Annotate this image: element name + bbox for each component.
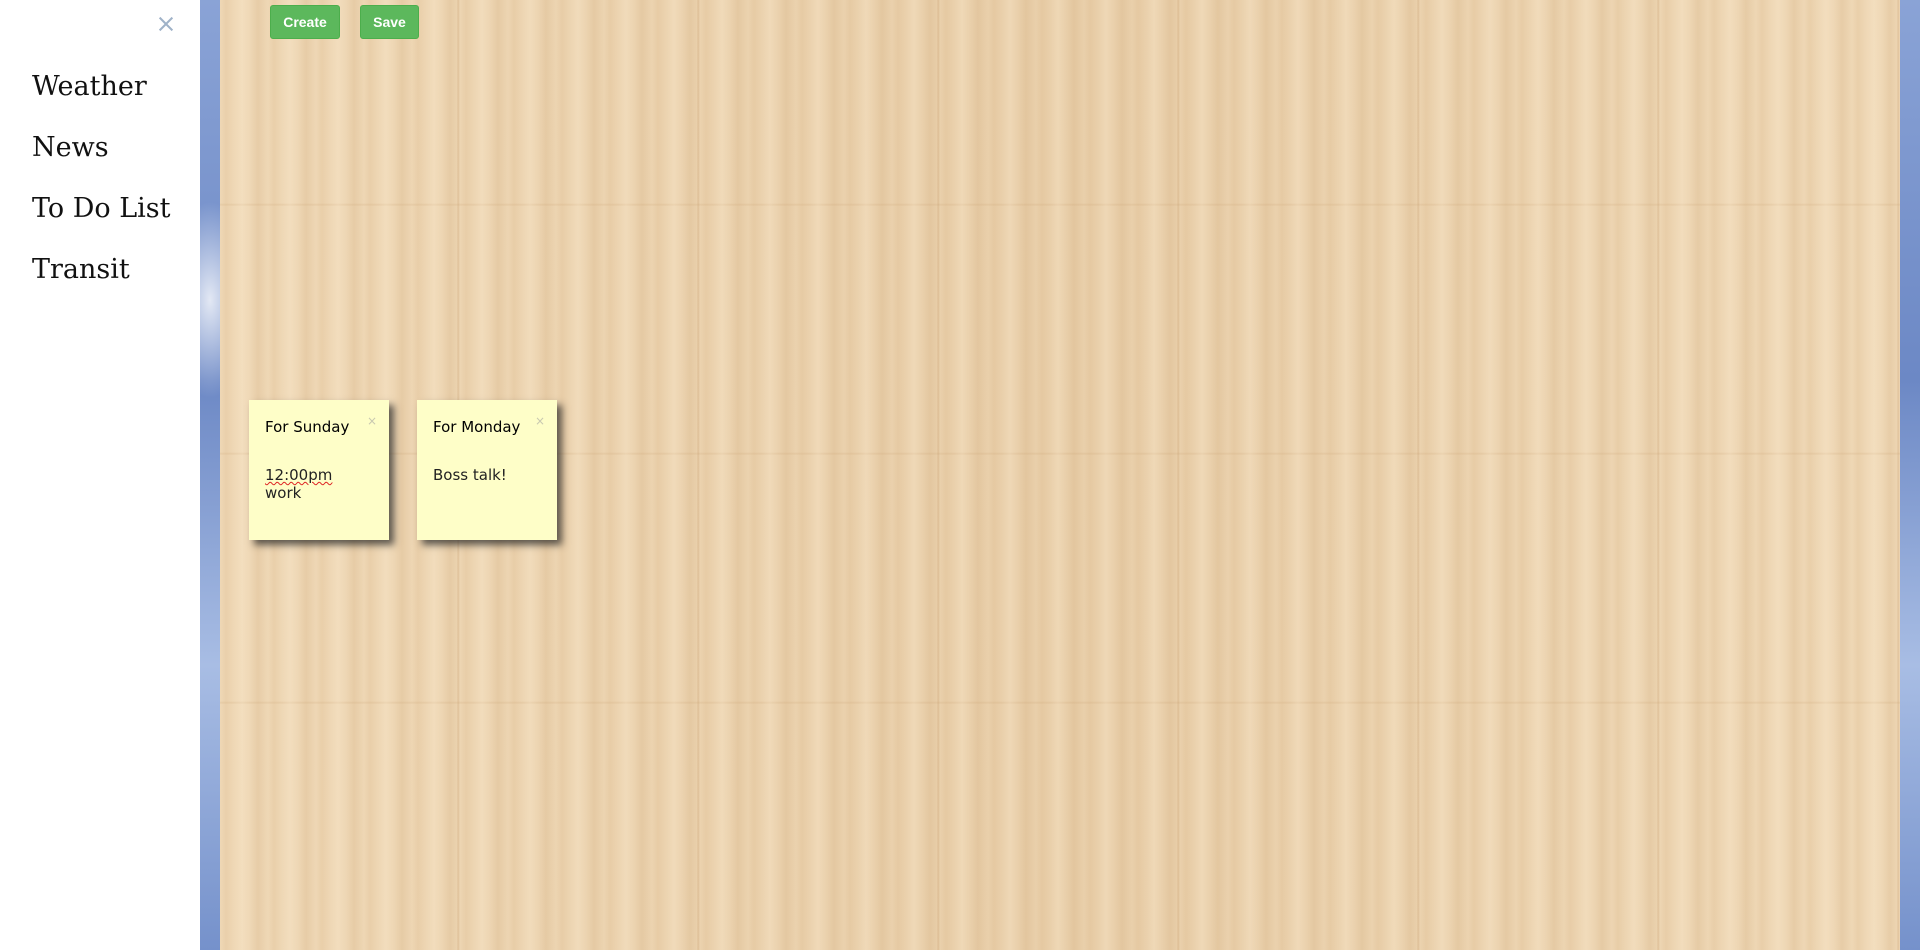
sidebar-nav: Weather News To Do List Transit [32,66,171,310]
note-body-text: work [265,484,302,502]
note-close-icon[interactable]: × [535,414,545,428]
note-body[interactable]: 12:00pm work [265,466,373,502]
sticky-note[interactable]: × For Monday Boss talk! [417,400,557,540]
sidebar-close-icon[interactable] [154,12,178,36]
save-button[interactable]: Save [360,5,419,39]
sidebar-item-transit[interactable]: Transit [32,249,171,310]
note-body-time: 12:00pm [265,466,333,484]
sidebar-item-news[interactable]: News [32,127,171,188]
create-button[interactable]: Create [270,5,340,39]
sticky-note[interactable]: × For Sunday 12:00pm work [249,400,389,540]
sidebar-item-todo-list[interactable]: To Do List [32,188,171,249]
sidebar: Weather News To Do List Transit [0,0,200,950]
note-title[interactable]: For Monday [433,418,541,436]
note-close-icon[interactable]: × [367,414,377,428]
note-body[interactable]: Boss talk! [433,466,541,484]
sidebar-item-weather[interactable]: Weather [32,66,171,127]
note-title[interactable]: For Sunday [265,418,373,436]
